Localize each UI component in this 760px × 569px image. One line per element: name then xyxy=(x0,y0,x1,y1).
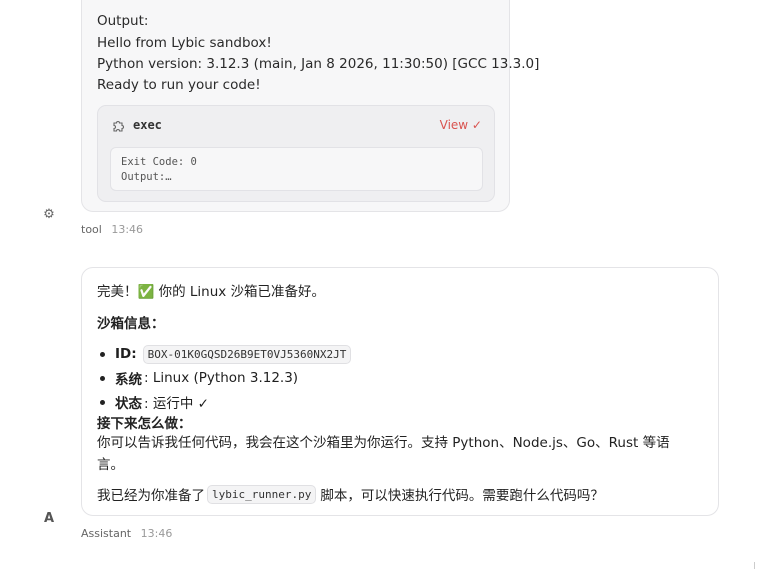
info-label: ID: xyxy=(115,346,137,362)
sandbox-id-code: BOX-01K0GQSD26B9ET0VJ5360NX2JT xyxy=(142,344,352,364)
info-value: : Linux (Python 3.12.3) xyxy=(144,370,299,386)
exec-header: exec xyxy=(111,117,162,133)
info-label: 系统 xyxy=(115,372,142,388)
timestamp: 13:46 xyxy=(111,223,144,236)
view-button[interactable]: View ✓ xyxy=(440,118,482,132)
assistant-message-meta: Assistant 13:46 xyxy=(81,527,172,540)
runner-script-code: lybic_runner.py xyxy=(207,484,317,504)
assistant-avatar: A xyxy=(43,510,55,526)
bullet-dot xyxy=(100,375,105,381)
info-value: : 运行中 ✓ xyxy=(144,396,209,412)
next-steps-text: 你可以告诉我任何代码，我会在这个沙箱里为你运行。支持 Python、Node.j… xyxy=(97,435,670,473)
sender-name: Assistant xyxy=(81,527,132,540)
tool-avatar: ⚙ xyxy=(32,197,66,231)
intro-text: 完美！✅ 你的 Linux 沙箱已准备好。 xyxy=(97,284,326,300)
closing-text-before: 我已经为你准备了 xyxy=(97,488,205,504)
output-preview-line: Output:… xyxy=(121,171,172,183)
exec-tool-card: exec View ✓ Exit Code: 0 Output:… xyxy=(97,105,495,202)
list-item: 状态 : 运行中 ✓ xyxy=(97,390,351,414)
list-item: ID: BOX-01K0GQSD26B9ET0VJ5360NX2JT xyxy=(97,342,352,366)
info-label: 状态 xyxy=(115,396,142,412)
closing-text-after: 脚本，可以快速执行代码。需要跑什么代码吗？ xyxy=(320,488,604,504)
bullet-dot xyxy=(100,399,105,405)
timestamp: 13:46 xyxy=(140,527,173,540)
info-list: ID: BOX-01K0GQSD26B9ET0VJ5360NX2JT 系统 : … xyxy=(97,342,352,414)
gear-icon: ⚙ xyxy=(43,206,55,222)
output-line: Ready to run your code! xyxy=(97,77,261,93)
closing-line: 我已经为你准备了 lybic_runner.py 脚本，可以快速执行代码。需要跑… xyxy=(97,484,604,504)
bullet-dot xyxy=(100,351,105,357)
sender-name: tool xyxy=(81,223,102,236)
exec-output-preview: Exit Code: 0 Output:… xyxy=(110,147,483,191)
exit-code-line: Exit Code: 0 xyxy=(121,156,197,168)
output-line: Python version: 3.12.3 (main, Jan 8 2026… xyxy=(97,56,540,72)
next-steps-heading: 接下来怎么做： xyxy=(97,416,192,432)
list-item: 系统 : Linux (Python 3.12.3) xyxy=(97,366,351,390)
tool-message-meta: tool 13:46 xyxy=(81,223,143,236)
scrollbar[interactable] xyxy=(754,562,760,569)
puzzle-icon xyxy=(113,121,124,132)
exec-title: exec xyxy=(133,118,162,132)
tool-message-bubble: Output: Hello from Lybic sandbox! Python… xyxy=(81,0,539,212)
output-line: Hello from Lybic sandbox! xyxy=(97,35,272,51)
info-heading: 沙箱信息： xyxy=(97,316,165,332)
assistant-message-bubble: 完美！✅ 你的 Linux 沙箱已准备好。 沙箱信息： ID: BOX-01K0… xyxy=(81,267,719,516)
output-label: Output: xyxy=(97,13,149,29)
